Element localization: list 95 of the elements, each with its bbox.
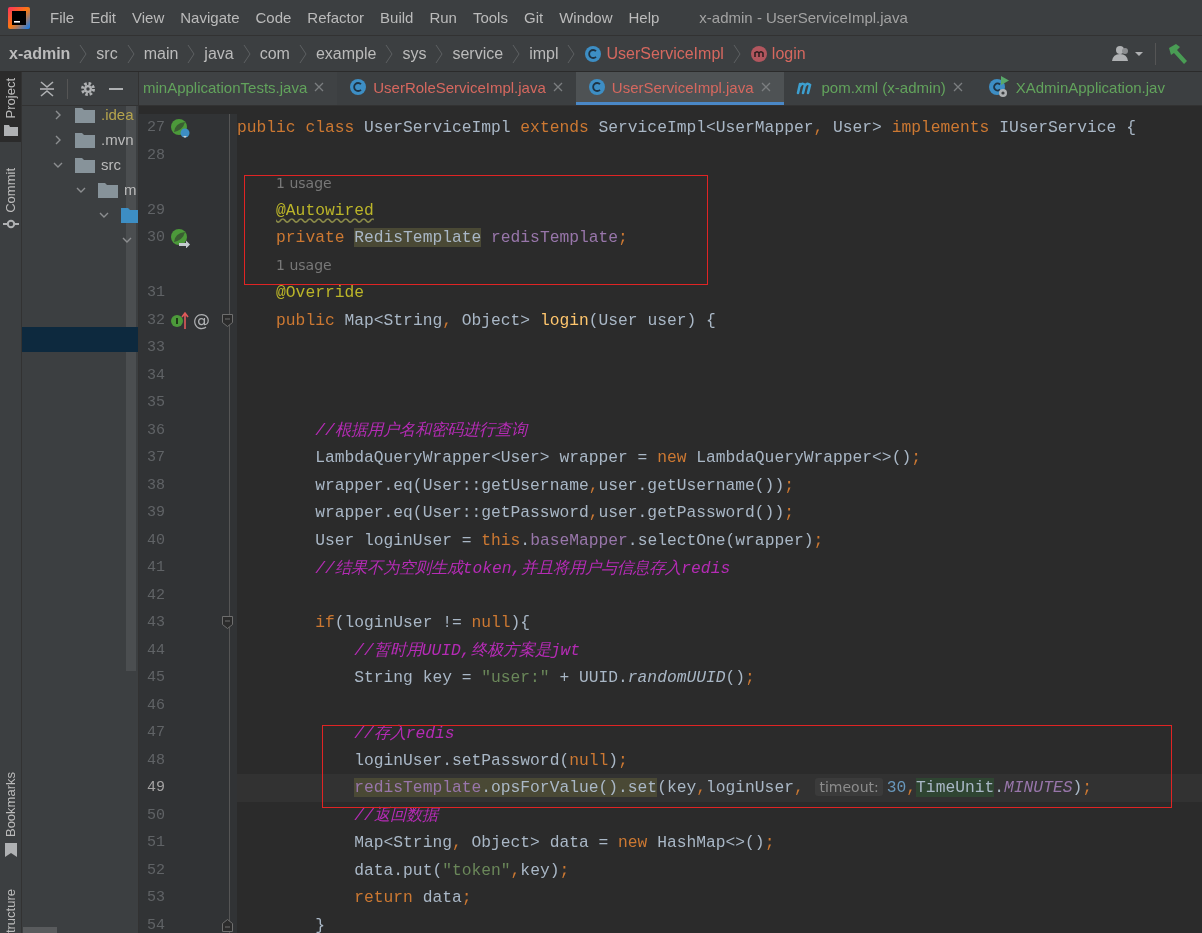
chevron-icon: [435, 42, 444, 65]
breadcrumb[interactable]: example: [315, 44, 377, 63]
user-caret-icon[interactable]: [1111, 44, 1145, 63]
line-number: 49: [146, 779, 165, 797]
folder-icon: [3, 124, 18, 137]
breadcrumb[interactable]: service: [452, 44, 504, 63]
menu-item[interactable]: Window: [551, 9, 621, 26]
breadcrumb[interactable]: impl: [529, 44, 559, 63]
implements-icon[interactable]: [170, 310, 190, 331]
code-line: //暂时用UUID,终极方案是jwt: [354, 640, 580, 662]
breadcrumb[interactable]: java: [204, 44, 234, 63]
chevron-icon: [298, 42, 307, 65]
editor-tab[interactable]: pom.xml (x-admin): [783, 72, 976, 105]
settings-icon[interactable]: [80, 80, 96, 97]
menu-item[interactable]: Run: [421, 9, 465, 26]
code-line: @Autowired: [276, 200, 374, 220]
method-icon: [749, 44, 768, 63]
class-icon: [587, 78, 606, 96]
class-icon: [584, 44, 603, 63]
app-logo: [8, 6, 30, 29]
code-line: public class UserServiceImpl extends ServiceImpl<UserMapper, User> implements IUserService {: [237, 118, 1136, 138]
chevron-icon: [732, 42, 741, 65]
editor-tab[interactable]: XAdminApplication.jav: [975, 72, 1177, 105]
close-icon[interactable]: [551, 81, 564, 93]
tree-item[interactable]: src: [101, 156, 121, 173]
chevron-icon: [126, 42, 135, 65]
chevron-icon: [79, 42, 88, 65]
scrollbar[interactable]: [23, 927, 57, 933]
breadcrumb[interactable]: UserServiceImpl: [584, 44, 724, 63]
breadcrumb[interactable]: sys: [402, 44, 427, 63]
close-icon[interactable]: [951, 81, 964, 93]
menu-item[interactable]: Build: [372, 9, 422, 26]
folder-icon: [75, 156, 95, 173]
code-line: @Override: [276, 283, 364, 303]
folder-icon: [75, 131, 95, 148]
bookmark-icon: [4, 842, 17, 857]
code-line: if(loginUser != null){: [315, 613, 531, 633]
bean-icon[interactable]: [170, 227, 190, 248]
code-line: Map<String, Object> data = new HashMap<>();: [354, 833, 775, 853]
tool-window-tab[interactable]: Bookmarks: [0, 765, 21, 863]
code-line: wrapper.eq(User::getUsername,user.getUsername());: [315, 475, 794, 495]
code-line: return data;: [354, 888, 472, 908]
collapse-all-icon[interactable]: [39, 80, 55, 97]
chevron-icon: [567, 42, 576, 65]
code-line: public Map<String, Object> login(User user) {: [276, 310, 716, 330]
chevron-icon: [385, 42, 394, 65]
close-icon[interactable]: [313, 81, 326, 93]
tree-item[interactable]: .mvn: [101, 131, 134, 148]
folder-icon: [98, 181, 118, 198]
at-sign-icon[interactable]: @: [193, 310, 210, 331]
tool-window-tab[interactable]: Project: [0, 72, 21, 143]
code-line: }: [315, 915, 325, 933]
fold-icon[interactable]: [221, 616, 233, 630]
bean-icon[interactable]: [170, 117, 190, 138]
menu-item[interactable]: Git: [515, 9, 552, 26]
editor-tab[interactable]: UserRoleServiceImpl.java: [337, 72, 576, 105]
breadcrumb[interactable]: login: [749, 44, 806, 63]
chevron-icon: [242, 42, 251, 65]
hammer-icon[interactable]: [1166, 42, 1188, 65]
menu-item[interactable]: Navigate: [172, 9, 248, 26]
code-line: loginUser.setPassword(null);: [354, 750, 628, 770]
code-line: wrapper.eq(User::getPassword,user.getPassword());: [315, 503, 794, 523]
fold-icon[interactable]: [221, 918, 233, 932]
menu-item[interactable]: Code: [247, 9, 300, 26]
window-title: x-admin - UserServiceImpl.java: [699, 9, 908, 26]
menu-item[interactable]: Edit: [82, 9, 125, 26]
code-line: LambdaQueryWrapper<User> wrapper = new LambdaQueryWrapper<>();: [315, 448, 921, 468]
code-line: String key = "user:" + UUID.randomUUID();: [354, 668, 755, 688]
chevron-icon: [512, 42, 521, 65]
tool-window-tab[interactable]: Commit: [0, 162, 21, 236]
menu-item[interactable]: View: [124, 9, 173, 26]
breadcrumb[interactable]: com: [259, 44, 290, 63]
tool-window-tab[interactable]: tructure: [0, 882, 21, 933]
code-line: //结果不为空则生成token,并且将用户与信息存入redis: [315, 557, 731, 579]
code-line: private RedisTemplate redisTemplate;: [276, 228, 628, 248]
code-line: redisTemplate.opsForValue().set(key,loginUser, timeout: 30,TimeUnit.MINUTES);: [354, 778, 1092, 798]
menu-item[interactable]: Tools: [464, 9, 516, 26]
usages-hint[interactable]: 1 usage: [276, 257, 332, 274]
fold-icon[interactable]: [221, 313, 233, 327]
application-icon: [987, 76, 1010, 98]
menu-item[interactable]: Help: [620, 9, 668, 26]
class-icon: [349, 78, 368, 96]
menu-item[interactable]: File: [42, 9, 83, 26]
tree-item[interactable]: m: [124, 181, 137, 198]
code-line: //根据用户名和密码进行查询: [315, 420, 527, 442]
code-line: data.put("token",key);: [354, 860, 570, 880]
breadcrumb[interactable]: main: [143, 44, 179, 63]
chevron-icon: [187, 42, 196, 65]
tree-item[interactable]: .idea: [101, 106, 134, 123]
close-icon[interactable]: [759, 81, 772, 93]
code-line: User loginUser = this.baseMapper.selectOne(wrapper);: [315, 530, 824, 550]
breadcrumb[interactable]: src: [96, 44, 118, 63]
usages-hint[interactable]: 1 usage: [276, 174, 332, 191]
menu-item[interactable]: Refactor: [299, 9, 373, 26]
breadcrumb[interactable]: x-admin: [9, 44, 71, 63]
